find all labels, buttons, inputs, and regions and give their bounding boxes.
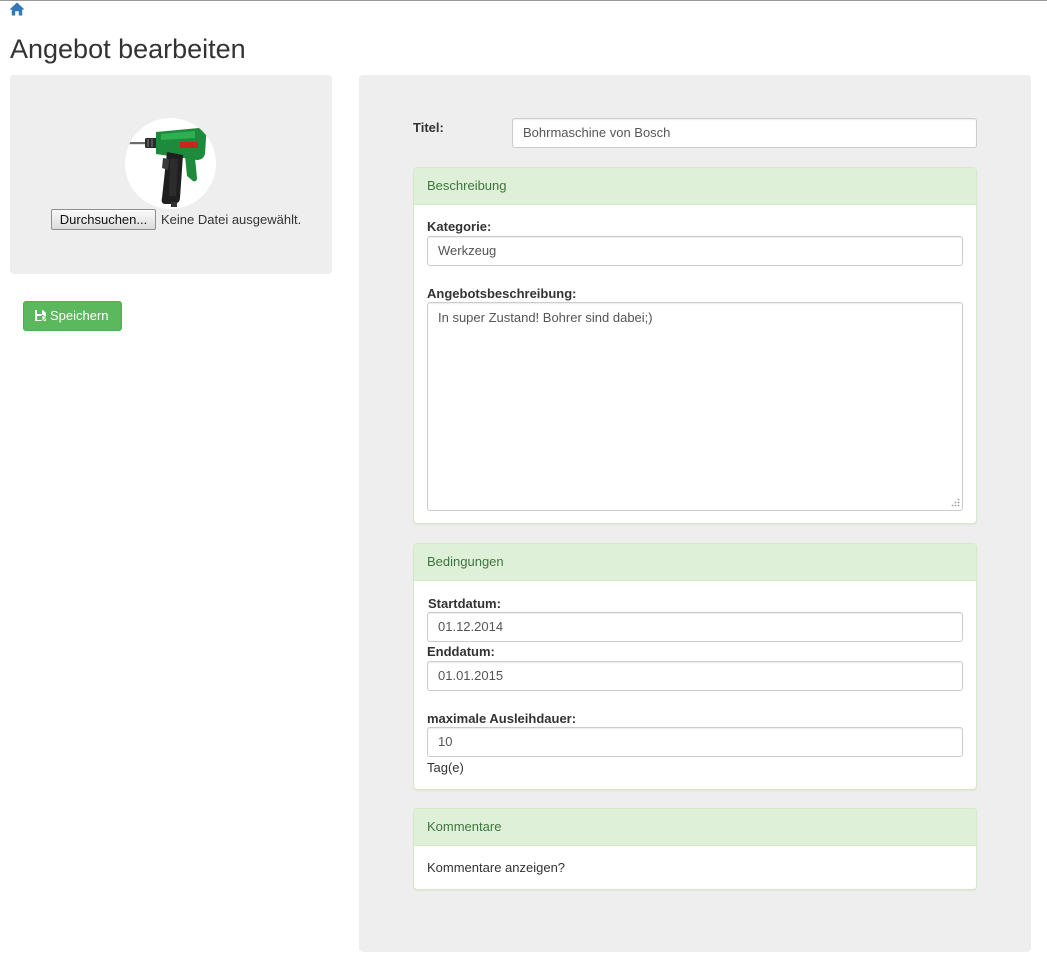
- description-panel: Beschreibung Kategorie: Werkzeug Angebot…: [413, 167, 977, 524]
- show-comments-text: Kommentare anzeigen?: [427, 860, 566, 875]
- start-date-label: Startdatum:: [428, 596, 501, 611]
- home-icon[interactable]: [9, 2, 25, 16]
- save-icon: [35, 310, 48, 322]
- comments-panel-heading: Kommentare: [414, 809, 976, 846]
- resize-grip-icon[interactable]: [950, 498, 960, 508]
- category-label: Kategorie:: [427, 219, 492, 234]
- offer-form: Titel: Bohrmaschine von Bosch Beschreibu…: [359, 75, 1031, 952]
- image-upload-panel: Durchsuchen... Keine Datei ausgewählt.: [10, 75, 332, 274]
- top-border: [0, 0, 1047, 1]
- description-panel-heading: Beschreibung: [414, 168, 976, 205]
- description-label: Angebotsbeschreibung:: [427, 286, 577, 301]
- duration-unit: Tag(e): [427, 760, 464, 775]
- max-duration-label: maximale Ausleihdauer:: [427, 711, 577, 726]
- end-date-input[interactable]: 01.01.2015: [427, 661, 963, 691]
- title-input[interactable]: Bohrmaschine von Bosch: [512, 118, 977, 148]
- end-date-label: Enddatum:: [427, 644, 495, 659]
- conditions-panel-heading: Bedingungen: [414, 544, 976, 581]
- start-date-input[interactable]: 01.12.2014: [427, 612, 963, 642]
- comments-panel: Kommentare Kommentare anzeigen?: [413, 808, 977, 890]
- conditions-panel: Bedingungen Startdatum: 01.12.2014 Endda…: [413, 543, 977, 790]
- file-status-text: Keine Datei ausgewählt.: [161, 212, 302, 227]
- description-text: In super Zustand! Bohrer sind dabei;): [438, 310, 653, 325]
- title-label: Titel:: [413, 120, 444, 135]
- description-textarea[interactable]: In super Zustand! Bohrer sind dabei;): [427, 302, 963, 511]
- save-button-label: Speichern: [50, 308, 109, 323]
- max-duration-input[interactable]: 10: [427, 727, 963, 757]
- browse-button[interactable]: Durchsuchen...: [51, 209, 156, 230]
- product-image: [125, 118, 216, 209]
- save-button[interactable]: Speichern: [23, 301, 122, 331]
- drill-icon: [128, 128, 207, 207]
- page-title: Angebot bearbeiten: [10, 34, 246, 64]
- category-input[interactable]: Werkzeug: [427, 236, 963, 266]
